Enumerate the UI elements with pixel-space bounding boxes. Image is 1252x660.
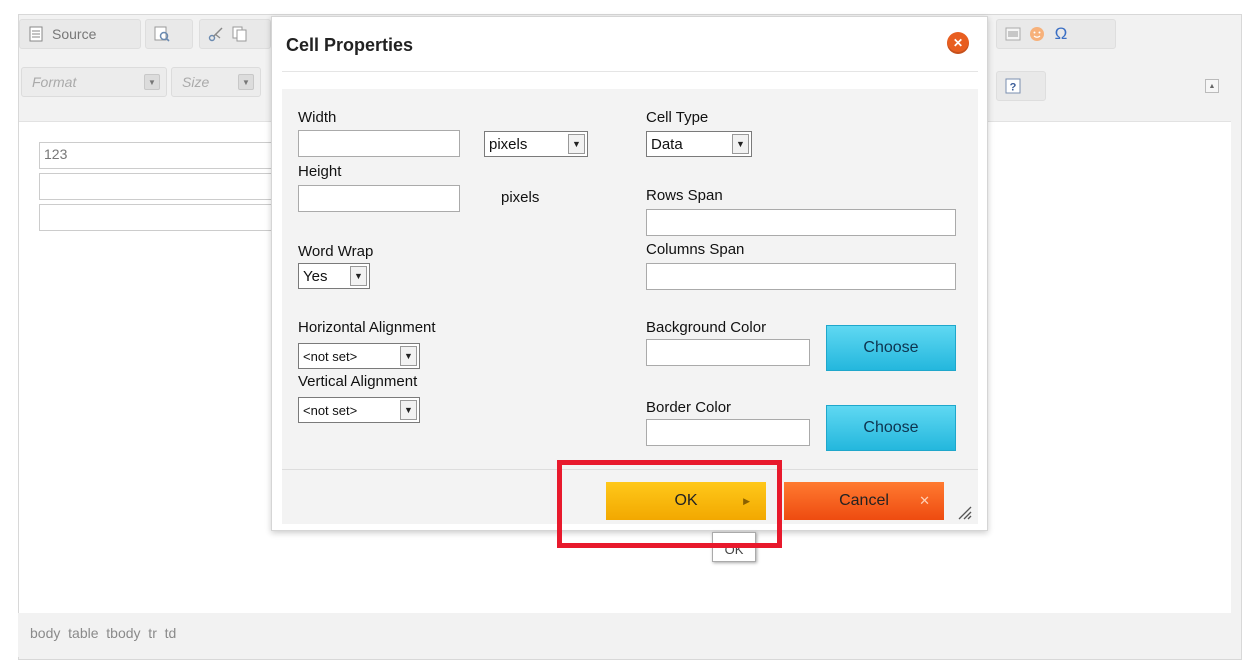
preview-button[interactable] xyxy=(145,19,193,49)
word-wrap-label: Word Wrap xyxy=(298,243,374,260)
collapse-toolbar-button[interactable]: ▲ xyxy=(1205,79,1219,93)
columns-span-label: Columns Span xyxy=(646,241,745,258)
chevron-down-icon: ▼ xyxy=(400,400,417,420)
horizontal-alignment-value: <not set> xyxy=(303,348,358,364)
choose-border-color-button[interactable]: Choose xyxy=(826,405,956,451)
size-placeholder: Size xyxy=(182,74,210,90)
dialog-body: Width pixels ▼ Height pixels Word Wrap Y… xyxy=(282,89,978,469)
document-icon xyxy=(28,26,44,42)
dialog-title: Cell Properties xyxy=(286,35,414,55)
width-input[interactable] xyxy=(298,130,460,157)
svg-text:?: ? xyxy=(1010,82,1017,94)
format-dropdown[interactable]: Format ▼ xyxy=(21,67,167,97)
height-input[interactable] xyxy=(298,185,460,212)
chevron-down-icon: ▼ xyxy=(238,74,254,90)
cut-icon[interactable] xyxy=(208,26,224,42)
table-cell[interactable] xyxy=(39,204,275,231)
vertical-alignment-label: Vertical Alignment xyxy=(298,373,418,390)
clipboard-group xyxy=(199,19,271,49)
size-dropdown[interactable]: Size ▼ xyxy=(171,67,261,97)
table-cell[interactable]: 123 xyxy=(39,142,275,169)
close-icon: ✕ xyxy=(919,493,930,508)
cancel-button[interactable]: Cancel ✕ xyxy=(784,482,944,520)
preview-icon xyxy=(154,26,170,42)
element-path[interactable]: body table tbody tr td xyxy=(30,625,176,641)
width-unit-select[interactable]: pixels ▼ xyxy=(484,131,588,157)
chevron-down-icon: ▼ xyxy=(732,134,749,154)
columns-span-input[interactable] xyxy=(646,263,956,290)
rows-span-label: Rows Span xyxy=(646,187,723,204)
border-color-input[interactable] xyxy=(646,419,810,446)
height-label: Height xyxy=(298,163,342,180)
format-placeholder: Format xyxy=(32,74,77,90)
highlight-annotation-box xyxy=(557,460,782,548)
cell-type-label: Cell Type xyxy=(646,109,709,126)
chevron-down-icon: ▼ xyxy=(400,346,417,366)
copy-icon[interactable] xyxy=(232,26,248,42)
height-unit-label: pixels xyxy=(501,189,540,206)
chevron-down-icon: ▼ xyxy=(350,266,367,286)
horizontal-rule-icon[interactable] xyxy=(1005,26,1021,42)
cancel-button-label: Cancel xyxy=(839,492,889,509)
background-color-input[interactable] xyxy=(646,339,810,366)
title-divider xyxy=(282,71,978,72)
table-cell[interactable] xyxy=(39,173,275,200)
resize-grip-icon[interactable] xyxy=(956,504,972,520)
insert-group: Ω xyxy=(996,19,1116,49)
width-label: Width xyxy=(298,109,337,126)
choose-background-color-button[interactable]: Choose xyxy=(826,325,956,371)
border-color-label: Border Color xyxy=(646,399,732,416)
horizontal-alignment-label: Horizontal Alignment xyxy=(298,319,436,336)
smiley-icon[interactable] xyxy=(1029,26,1045,42)
cell-type-value: Data xyxy=(651,135,683,153)
rows-span-input[interactable] xyxy=(646,209,956,236)
cell-properties-dialog: Cell Properties ✕ Width pixels ▼ Height … xyxy=(271,16,988,531)
source-button[interactable]: Source xyxy=(19,19,141,49)
width-unit-value: pixels xyxy=(489,135,528,153)
horizontal-alignment-select[interactable]: <not set> ▼ xyxy=(298,343,420,369)
vertical-alignment-value: <not set> xyxy=(303,402,358,418)
word-wrap-value: Yes xyxy=(303,267,328,285)
element-path-bar: body table tbody tr td xyxy=(18,613,1240,657)
help-icon: ? xyxy=(1005,78,1021,94)
cell-type-select[interactable]: Data ▼ xyxy=(646,131,752,157)
word-wrap-select[interactable]: Yes ▼ xyxy=(298,263,370,289)
about-button[interactable]: ? xyxy=(996,71,1046,101)
chevron-down-icon: ▼ xyxy=(144,74,160,90)
special-character-icon[interactable]: Ω xyxy=(1053,24,1069,43)
close-icon[interactable]: ✕ xyxy=(947,32,969,54)
source-button-label: Source xyxy=(52,26,97,42)
vertical-alignment-select[interactable]: <not set> ▼ xyxy=(298,397,420,423)
background-color-label: Background Color xyxy=(646,319,767,336)
chevron-down-icon: ▼ xyxy=(568,134,585,154)
